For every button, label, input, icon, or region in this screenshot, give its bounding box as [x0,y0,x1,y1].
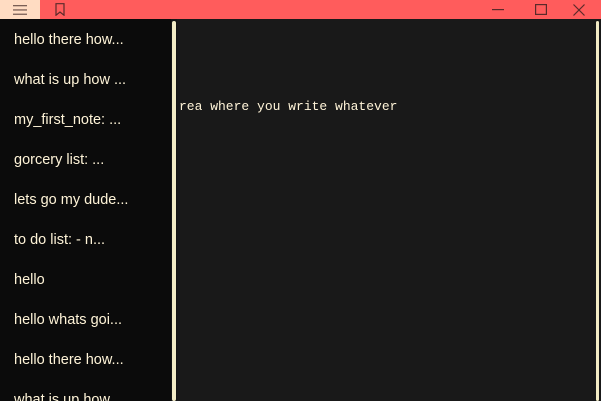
note-editor[interactable]: rea where you write whatever [177,19,593,401]
title-bar[interactable] [0,0,601,19]
minimize-icon [492,8,504,11]
notes-sidebar: hello there how... what is up how ... my… [0,19,171,401]
hamburger-icon [13,4,27,15]
close-button[interactable] [564,0,594,19]
close-icon [573,3,585,16]
bookmark-icon [55,3,65,16]
note-item[interactable]: hello there how... [14,350,164,370]
note-item[interactable]: hello there how... [14,30,164,50]
note-item[interactable]: hello [14,270,164,290]
bookmark-button[interactable] [48,0,72,19]
note-item[interactable]: to do list: - n... [14,230,164,250]
editor-text[interactable]: rea where you write whatever [179,99,397,115]
note-item[interactable]: gorcery list: ... [14,150,164,170]
note-item[interactable]: what is up how ... [14,70,164,90]
minimize-button[interactable] [483,0,513,19]
maximize-button[interactable] [526,0,556,19]
note-item[interactable]: what is up how ... [14,390,164,401]
note-item[interactable]: lets go my dude... [14,190,164,210]
maximize-icon [535,4,547,15]
sidebar-scrollbar-thumb[interactable] [172,21,176,401]
menu-button[interactable] [0,0,40,19]
note-item[interactable]: hello whats goi... [14,310,164,330]
note-item[interactable]: my_first_note: ... [14,110,164,130]
editor-scrollbar-thumb[interactable] [596,21,599,401]
